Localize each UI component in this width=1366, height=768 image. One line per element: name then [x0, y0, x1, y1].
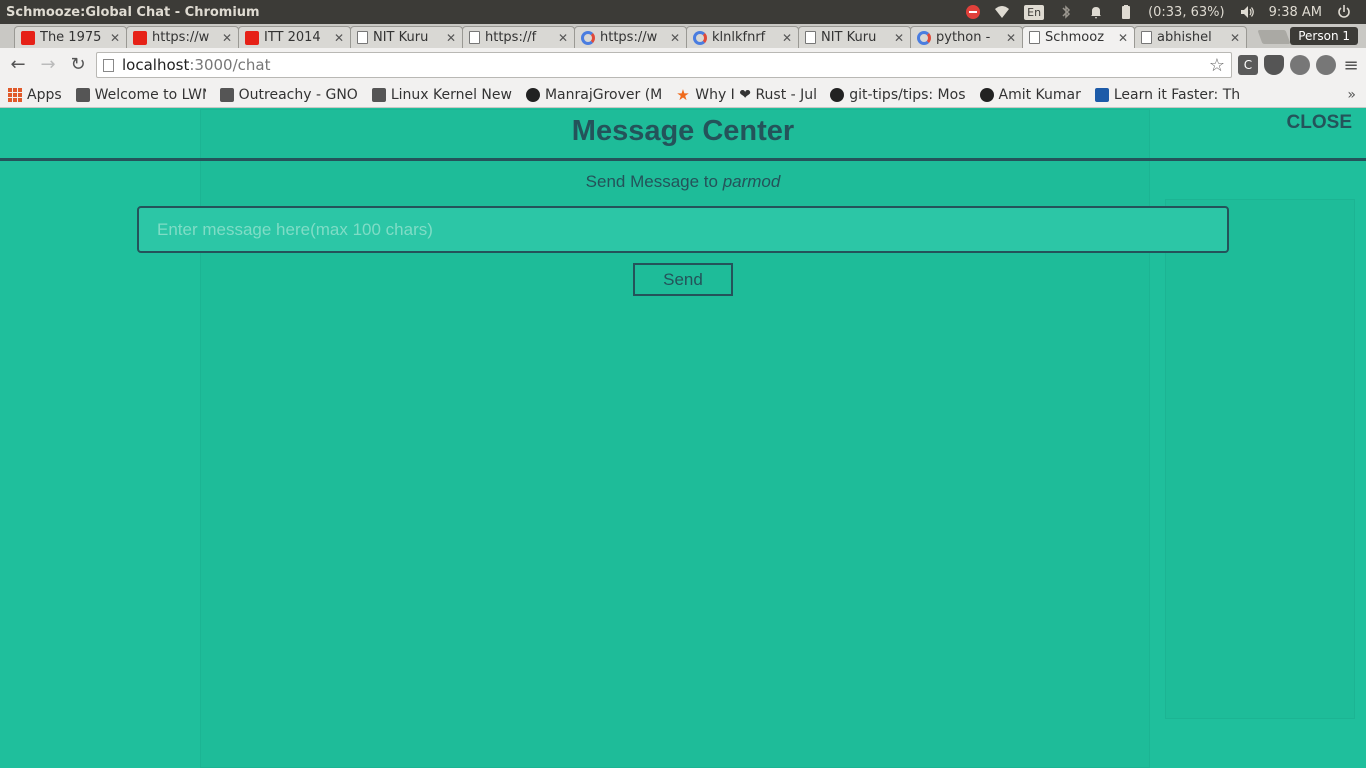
- reload-icon[interactable]: ↻: [66, 53, 90, 77]
- url-path: :3000/chat: [189, 56, 271, 74]
- code-icon: [979, 87, 994, 102]
- os-top-bar: Schmooze:Global Chat - Chromium En (0:33…: [0, 0, 1366, 24]
- google-icon: [917, 30, 931, 45]
- url-host: localhost: [122, 56, 190, 74]
- browser-tab[interactable]: https://w ✕: [574, 26, 687, 48]
- sync-extension-icon-2[interactable]: [1316, 55, 1336, 75]
- message-input[interactable]: [137, 206, 1229, 253]
- pocket-extension-icon[interactable]: [1264, 55, 1284, 75]
- close-tab-icon[interactable]: ✕: [446, 31, 456, 45]
- bookmark-item[interactable]: Learn it Faster: Th: [1094, 87, 1240, 103]
- window-title: Schmooze:Global Chat - Chromium: [6, 4, 260, 20]
- bookmark-item[interactable]: Amit Kumar: [979, 87, 1081, 103]
- browser-tab[interactable]: python - ✕: [910, 26, 1023, 48]
- volume-icon[interactable]: [1239, 4, 1255, 20]
- close-tab-icon[interactable]: ✕: [558, 31, 568, 45]
- send-button[interactable]: Send: [633, 263, 733, 296]
- more-bookmarks-chevron-icon[interactable]: »: [1347, 87, 1356, 103]
- github-icon: [525, 87, 540, 102]
- bookmark-item[interactable]: Outreachy - GNO: [219, 87, 358, 103]
- browser-tab[interactable]: abhishel ✕: [1134, 26, 1247, 48]
- browser-tab-strip: The 1975 ✕ https://w ✕ ITT 2014 ✕ NIT Kuru ✕…: [0, 24, 1366, 48]
- browser-menu-icon[interactable]: ≡: [1342, 55, 1360, 76]
- modal-header: Message Center CLOSE: [0, 109, 1366, 161]
- power-settings-icon[interactable]: [1336, 4, 1352, 20]
- close-button[interactable]: CLOSE: [1287, 112, 1352, 134]
- stop-icon[interactable]: [966, 5, 981, 19]
- system-tray: En (0:33, 63%) 9:38 AM: [966, 4, 1366, 20]
- apps-grid-icon: [8, 87, 22, 102]
- bookmark-item[interactable]: ManrajGrover (M: [525, 87, 662, 103]
- notification-bell-icon[interactable]: [1088, 4, 1104, 20]
- back-arrow-icon[interactable]: ←: [6, 53, 30, 77]
- youtube-icon: [21, 30, 35, 45]
- browser-tab[interactable]: ITT 2014 ✕: [238, 26, 351, 48]
- google-icon: [693, 30, 707, 45]
- new-tab-button[interactable]: [1257, 30, 1291, 44]
- recipient-name: parmod: [722, 172, 781, 191]
- close-tab-icon[interactable]: ✕: [894, 31, 904, 45]
- gnome-icon: [219, 87, 234, 102]
- bookmark-item[interactable]: ★ Why I ❤ Rust - Jul: [676, 87, 816, 103]
- star-icon: ★: [676, 86, 690, 103]
- browser-tab-active[interactable]: Schmooz ✕: [1022, 26, 1135, 48]
- kernel-icon: [371, 87, 386, 102]
- message-center-page: Message Center CLOSE Send Message to par…: [0, 109, 1366, 768]
- send-to-prefix: Send Message to: [585, 172, 718, 191]
- forward-arrow-icon[interactable]: →: [36, 53, 60, 77]
- browser-tab[interactable]: NIT Kuru ✕: [798, 26, 911, 48]
- page-icon: [357, 31, 368, 44]
- close-tab-icon[interactable]: ✕: [1230, 31, 1240, 45]
- browser-toolbar: ← → ↻ localhost:3000/chat ☆ C ≡: [0, 48, 1366, 82]
- battery-status: (0:33, 63%): [1148, 4, 1225, 20]
- page-info-icon[interactable]: [103, 58, 114, 72]
- close-tab-icon[interactable]: ✕: [1118, 31, 1128, 45]
- keyboard-language-indicator[interactable]: En: [1024, 4, 1045, 20]
- battery-icon[interactable]: [1118, 4, 1134, 20]
- close-tab-icon[interactable]: ✕: [334, 31, 344, 45]
- c-extension-icon[interactable]: C: [1238, 55, 1258, 75]
- page-icon: [1029, 31, 1040, 44]
- youtube-icon: [245, 30, 259, 45]
- page-icon: [1141, 31, 1152, 44]
- page-icon: [469, 31, 480, 44]
- clock[interactable]: 9:38 AM: [1269, 5, 1322, 20]
- bluetooth-icon[interactable]: [1058, 4, 1074, 20]
- close-tab-icon[interactable]: ✕: [782, 31, 792, 45]
- bookmark-apps[interactable]: Apps: [8, 87, 62, 103]
- bookmark-star-icon[interactable]: ☆: [1209, 55, 1225, 76]
- penguin-icon: [75, 87, 90, 102]
- github-icon: [830, 87, 845, 102]
- bookmark-item[interactable]: git-tips/tips: Mos: [830, 87, 966, 103]
- browser-tab[interactable]: https://f ✕: [462, 26, 575, 48]
- background-sidebar-panel: [1165, 199, 1355, 719]
- browser-tab[interactable]: NIT Kuru ✕: [350, 26, 463, 48]
- google-icon: [581, 30, 595, 45]
- address-bar[interactable]: localhost:3000/chat ☆: [96, 52, 1232, 78]
- sync-extension-icon[interactable]: [1290, 55, 1310, 75]
- send-to-line: Send Message to parmod: [0, 172, 1366, 192]
- close-tab-icon[interactable]: ✕: [110, 31, 120, 45]
- profile-button[interactable]: Person 1: [1290, 27, 1358, 45]
- close-tab-icon[interactable]: ✕: [670, 31, 680, 45]
- bookmark-item[interactable]: Welcome to LWN: [75, 87, 206, 103]
- wifi-icon[interactable]: [994, 4, 1010, 20]
- close-tab-icon[interactable]: ✕: [1006, 31, 1016, 45]
- bookmark-item[interactable]: Linux Kernel New: [371, 87, 512, 103]
- browser-tab[interactable]: klnlkfnrf ✕: [686, 26, 799, 48]
- modal-title: Message Center: [571, 115, 795, 147]
- page-icon: [805, 31, 816, 44]
- bookmarks-bar: Apps Welcome to LWN Outreachy - GNO Linu…: [0, 82, 1366, 108]
- browser-tab[interactable]: https://w ✕: [126, 26, 239, 48]
- learn-icon: [1094, 87, 1109, 102]
- browser-tab[interactable]: The 1975 ✕: [14, 26, 127, 48]
- close-tab-icon[interactable]: ✕: [222, 31, 232, 45]
- youtube-icon: [133, 30, 147, 45]
